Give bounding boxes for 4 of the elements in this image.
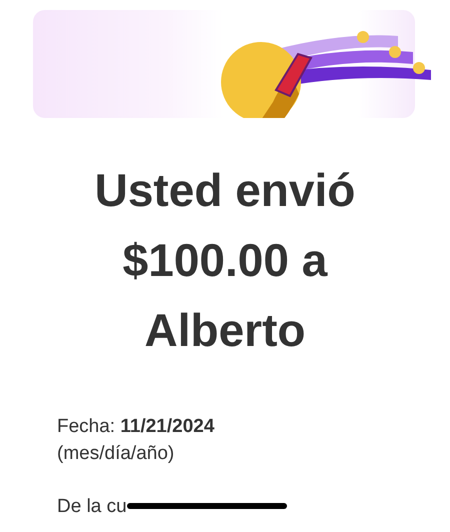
date-text: Fecha: 11/21/2024 xyxy=(57,415,216,439)
payment-heading: Usted envió $100.00 a Alberto xyxy=(94,163,356,358)
account-text: De la cu xyxy=(57,495,127,519)
date-format-note: (mes/día/año) xyxy=(57,442,176,466)
